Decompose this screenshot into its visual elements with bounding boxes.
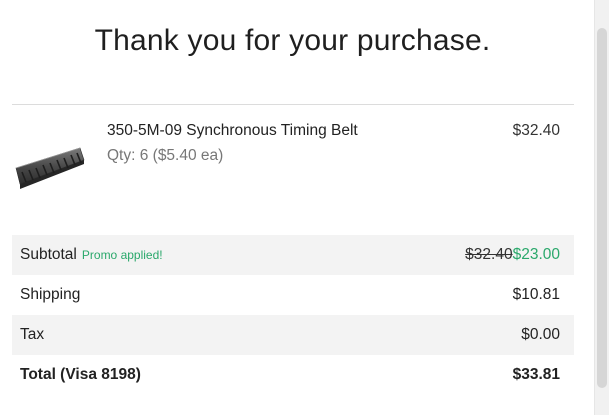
promo-applied-badge: Promo applied!	[81, 248, 163, 262]
timing-belt-image	[15, 147, 85, 189]
total-row: Total (Visa 8198) $33.81	[12, 355, 574, 395]
total-label: Total (Visa 8198)	[20, 366, 141, 383]
header-divider	[12, 104, 574, 105]
subtotal-row: Subtotal Promo applied! $32.40$23.00	[12, 235, 574, 275]
order-summary: Subtotal Promo applied! $32.40$23.00 Shi…	[12, 235, 574, 395]
product-price: $32.40	[512, 122, 560, 139]
product-name: 350-5M-09 Synchronous Timing Belt	[107, 122, 358, 139]
shipping-value: $10.81	[512, 286, 560, 303]
tax-row: Tax $0.00	[12, 315, 574, 355]
vertical-scrollbar[interactable]	[594, 0, 609, 415]
subtotal-label: Subtotal	[20, 246, 77, 263]
order-item: 350-5M-09 Synchronous Timing Belt Qty: 6…	[12, 118, 574, 198]
shipping-row: Shipping $10.81	[12, 275, 574, 315]
tax-label: Tax	[20, 326, 45, 343]
subtotal-original-price: $32.40	[465, 246, 513, 263]
total-value: $33.81	[512, 366, 560, 383]
product-quantity: Qty: 6 ($5.40 ea)	[107, 147, 224, 164]
shipping-label: Shipping	[20, 286, 81, 303]
scrollbar-thumb[interactable]	[597, 28, 607, 388]
tax-value: $0.00	[521, 326, 560, 343]
page-title: Thank you for your purchase.	[94, 24, 491, 57]
subtotal-discounted-price: $23.00	[512, 246, 560, 263]
